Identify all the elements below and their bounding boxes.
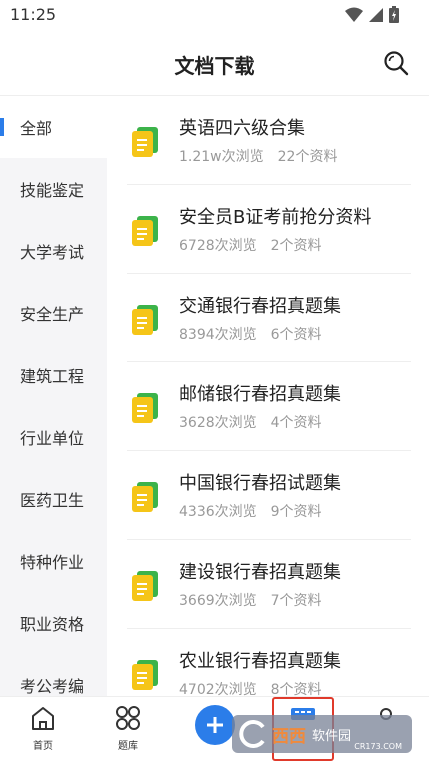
list-item[interactable]: 安全员B证考前抢分资料 6728次浏览 2个资料 [127,185,411,274]
sidebar-item-label: 职业资格 [20,615,85,634]
view-count: 3628次浏览 [179,415,257,432]
sidebar-item-label: 技能鉴定 [20,181,85,200]
list-item[interactable]: 农业银行春招真题集 4702次浏览 8个资料 [127,629,411,696]
sidebar-item-label: 医药卫生 [20,491,85,510]
item-title: 安全员B证考前抢分资料 [179,206,372,228]
item-meta: 6728次浏览 2个资料 [179,235,322,255]
item-meta: 3628次浏览 4个资料 [179,412,322,432]
battery-icon [389,6,399,23]
document-icon [132,659,158,690]
file-count: 8个资料 [270,681,322,696]
list-item[interactable]: 交通银行春招真题集 8394次浏览 6个资料 [127,274,411,363]
sidebar-item-label: 建筑工程 [20,367,85,386]
sidebar-item-label: 行业单位 [20,429,85,448]
item-title: 中国银行春招试题集 [179,473,341,495]
item-meta: 3669次浏览 7个资料 [179,590,322,610]
document-icon [132,304,158,335]
nav-home-label: 首页 [33,741,53,752]
search-button[interactable] [383,50,409,76]
item-title: 邮储银行春招真题集 [179,384,341,406]
item-title: 交通银行春招真题集 [179,295,341,317]
sidebar-item-industry-unit[interactable]: 行业单位 [0,406,107,468]
sidebar-item-civil-service[interactable]: 考公考编 [0,654,107,696]
plus-icon [207,717,223,733]
list-item[interactable]: 建设银行春招真题集 3669次浏览 7个资料 [127,540,411,629]
document-list: 英语四六级合集 1.21w次浏览 22个资料 安全员B证考前抢分资料 6728次浏… [107,96,429,696]
list-item[interactable]: 中国银行春招试题集 4336次浏览 9个资料 [127,451,411,540]
page-title: 文档下载 [174,54,255,78]
list-item[interactable]: 邮储银行春招真题集 3628次浏览 4个资料 [127,362,411,452]
view-count: 1.21w次浏览 [179,149,264,165]
sidebar-item-label: 安全生产 [20,305,85,324]
signal-icon [369,7,383,22]
document-icon [132,215,158,246]
item-title: 英语四六级合集 [179,118,305,139]
status-bar: 11:25 [0,0,429,30]
document-icon [132,393,158,424]
sidebar-item-special-operations[interactable]: 特种作业 [0,530,107,592]
bottom-nav: 首页 题库 西西 软件园 CR173.COM [0,696,429,763]
sidebar-item-all[interactable]: 全部 [0,96,107,158]
sidebar-item-safety-production[interactable]: 安全生产 [0,282,107,344]
watermark: 西西 软件园 CR173.COM [232,715,412,753]
document-icon [132,570,158,601]
nav-question-bank[interactable]: 题库 [98,705,158,752]
sidebar-item-medicine-health[interactable]: 医药卫生 [0,468,107,530]
sidebar-item-label: 全部 [20,119,53,138]
view-count: 8394次浏览 [179,326,257,343]
file-count: 9个资料 [270,504,322,521]
status-icons [345,6,399,23]
home-icon [32,707,54,730]
file-count: 6个资料 [270,326,322,343]
search-icon [384,51,409,76]
item-meta: 4336次浏览 9个资料 [179,501,322,521]
sidebar-item-label: 特种作业 [20,553,85,572]
status-time: 11:25 [10,5,57,24]
nav-bank-label: 题库 [118,741,138,752]
add-button[interactable] [195,705,235,745]
watermark-url: CR173.COM [354,742,402,751]
sidebar-item-skill-appraisal[interactable]: 技能鉴定 [0,158,107,220]
sidebar-item-label: 大学考试 [20,243,85,262]
document-icon [132,127,158,157]
file-count: 22个资料 [277,149,338,165]
watermark-text: 西西 [272,726,306,747]
document-icon [132,482,158,513]
app-header: 文档下载 [0,30,429,96]
grid-icon [116,706,140,730]
item-meta: 8394次浏览 6个资料 [179,324,322,344]
item-title: 建设银行春招真题集 [179,561,341,583]
item-title: 农业银行春招真题集 [179,650,341,672]
sidebar-item-label: 考公考编 [20,677,85,696]
sidebar-item-university-exam[interactable]: 大学考试 [0,220,107,282]
item-meta: 1.21w次浏览 22个资料 [179,146,337,166]
view-count: 4702次浏览 [179,681,257,696]
sidebar-item-construction[interactable]: 建筑工程 [0,344,107,406]
view-count: 6728次浏览 [179,237,257,254]
watermark-logo-icon [239,720,265,748]
item-meta: 4702次浏览 8个资料 [179,679,322,696]
wifi-icon [345,7,363,22]
view-count: 3669次浏览 [179,592,257,609]
list-item[interactable]: 英语四六级合集 1.21w次浏览 22个资料 [127,96,411,185]
category-sidebar: 全部 技能鉴定 大学考试 安全生产 建筑工程 行业单位 医药卫生 特种作业 职业… [0,96,107,696]
file-count: 2个资料 [270,237,322,254]
nav-home[interactable]: 首页 [13,705,73,752]
file-count: 4个资料 [270,415,322,432]
sidebar-item-professional-qualification[interactable]: 职业资格 [0,592,107,654]
view-count: 4336次浏览 [179,504,257,521]
watermark-subtext: 软件园 [312,728,352,744]
file-count: 7个资料 [270,592,322,609]
